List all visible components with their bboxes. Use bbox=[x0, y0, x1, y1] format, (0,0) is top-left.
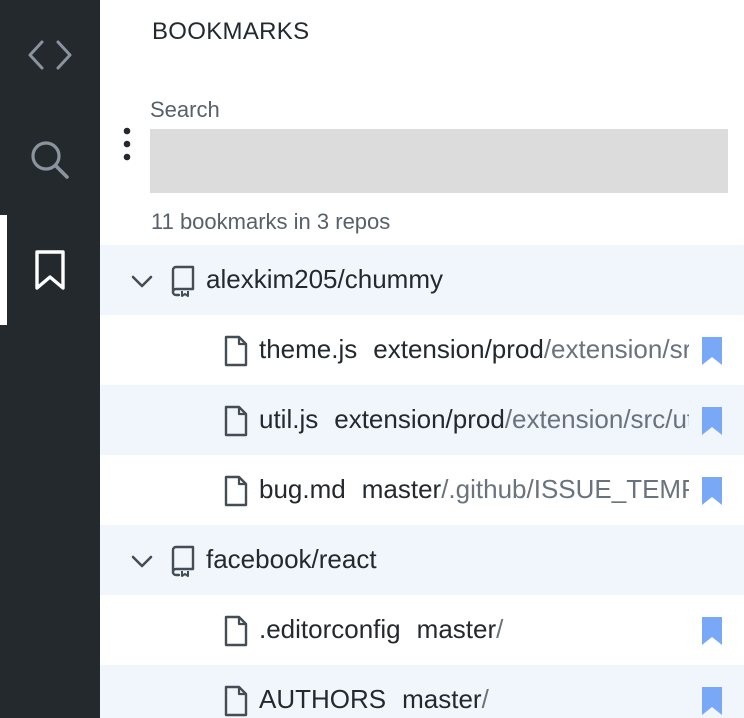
bookmarks-panel: BOOKMARKS Search 11 bookmarks in 3 repos bbox=[100, 0, 744, 718]
file-icon bbox=[224, 405, 248, 437]
repo-icon bbox=[171, 545, 195, 577]
code-icon bbox=[28, 40, 72, 70]
chevron-down-icon[interactable] bbox=[130, 269, 154, 293]
bookmark-row[interactable]: util.js extension/prod/extension/src/util… bbox=[100, 385, 744, 455]
file-name: theme.js bbox=[259, 334, 358, 364]
bookmark-label: AUTHORS master/ bbox=[259, 684, 689, 715]
file-icon bbox=[224, 335, 248, 367]
file-icon bbox=[224, 685, 248, 717]
bookmarks-view-button[interactable] bbox=[0, 215, 100, 325]
bookmarks-app: BOOKMARKS Search 11 bookmarks in 3 repos bbox=[0, 0, 744, 718]
bookmark-summary: 11 bookmarks in 3 repos bbox=[151, 209, 391, 234]
search-view-button[interactable] bbox=[0, 105, 100, 215]
repo-row[interactable]: alexkim205/chummy bbox=[100, 245, 744, 315]
bookmark-icon bbox=[35, 250, 65, 290]
file-icon bbox=[224, 615, 248, 647]
bookmark-label: util.js extension/prod/extension/src/util… bbox=[259, 404, 689, 435]
branch-name: master bbox=[361, 474, 442, 504]
file-path: /extension/src/util.js bbox=[504, 404, 689, 434]
file-path: / bbox=[481, 684, 489, 714]
bookmark-row[interactable]: AUTHORS master/ bbox=[100, 665, 744, 718]
search-icon bbox=[31, 141, 69, 179]
activity-bar bbox=[0, 0, 100, 718]
file-name: bug.md bbox=[259, 474, 346, 504]
repo-icon bbox=[171, 265, 195, 297]
bookmark-label: .editorconfig master/ bbox=[259, 614, 689, 645]
repo-name: facebook/react bbox=[206, 544, 377, 574]
search-input[interactable] bbox=[150, 129, 728, 193]
bookmark-row[interactable]: bug.md master/.github/ISSUE_TEMPLATE/bug.… bbox=[100, 455, 744, 525]
code-view-button[interactable] bbox=[0, 0, 100, 110]
file-name: util.js bbox=[259, 404, 319, 434]
bookmark-label: bug.md master/.github/ISSUE_TEMPLATE/bug.… bbox=[259, 474, 689, 505]
remove-bookmark-icon[interactable] bbox=[700, 476, 724, 506]
file-path: /.github/ISSUE_TEMPLATE/bug.md bbox=[441, 474, 689, 504]
chevron-down-icon[interactable] bbox=[130, 549, 154, 573]
more-actions-button[interactable] bbox=[116, 122, 138, 166]
file-path: / bbox=[496, 614, 504, 644]
file-icon bbox=[224, 475, 248, 507]
branch-name: master bbox=[402, 684, 482, 714]
bookmark-tree: alexkim205/chummy theme.js extension/prod… bbox=[100, 245, 744, 718]
search-label: Search bbox=[150, 97, 220, 122]
panel-title: BOOKMARKS bbox=[152, 18, 310, 45]
branch-name: master bbox=[416, 614, 497, 644]
branch-name: extension/prod bbox=[334, 404, 505, 434]
repo-row[interactable]: facebook/react bbox=[100, 525, 744, 595]
repo-name: alexkim205/chummy bbox=[206, 264, 443, 294]
remove-bookmark-icon[interactable] bbox=[700, 406, 724, 436]
file-path: /extension/src/theme.js bbox=[543, 334, 689, 364]
remove-bookmark-icon[interactable] bbox=[700, 686, 724, 716]
bookmark-row[interactable]: .editorconfig master/ bbox=[100, 595, 744, 665]
kebab-menu-icon bbox=[123, 127, 131, 161]
remove-bookmark-icon[interactable] bbox=[700, 336, 724, 366]
branch-name: extension/prod bbox=[373, 334, 544, 364]
remove-bookmark-icon[interactable] bbox=[700, 616, 724, 646]
bookmark-row[interactable]: theme.js extension/prod/extension/src/the… bbox=[100, 315, 744, 385]
file-name: AUTHORS bbox=[259, 684, 387, 714]
bookmark-label: theme.js extension/prod/extension/src/the… bbox=[259, 334, 689, 365]
file-name: .editorconfig bbox=[259, 614, 401, 644]
